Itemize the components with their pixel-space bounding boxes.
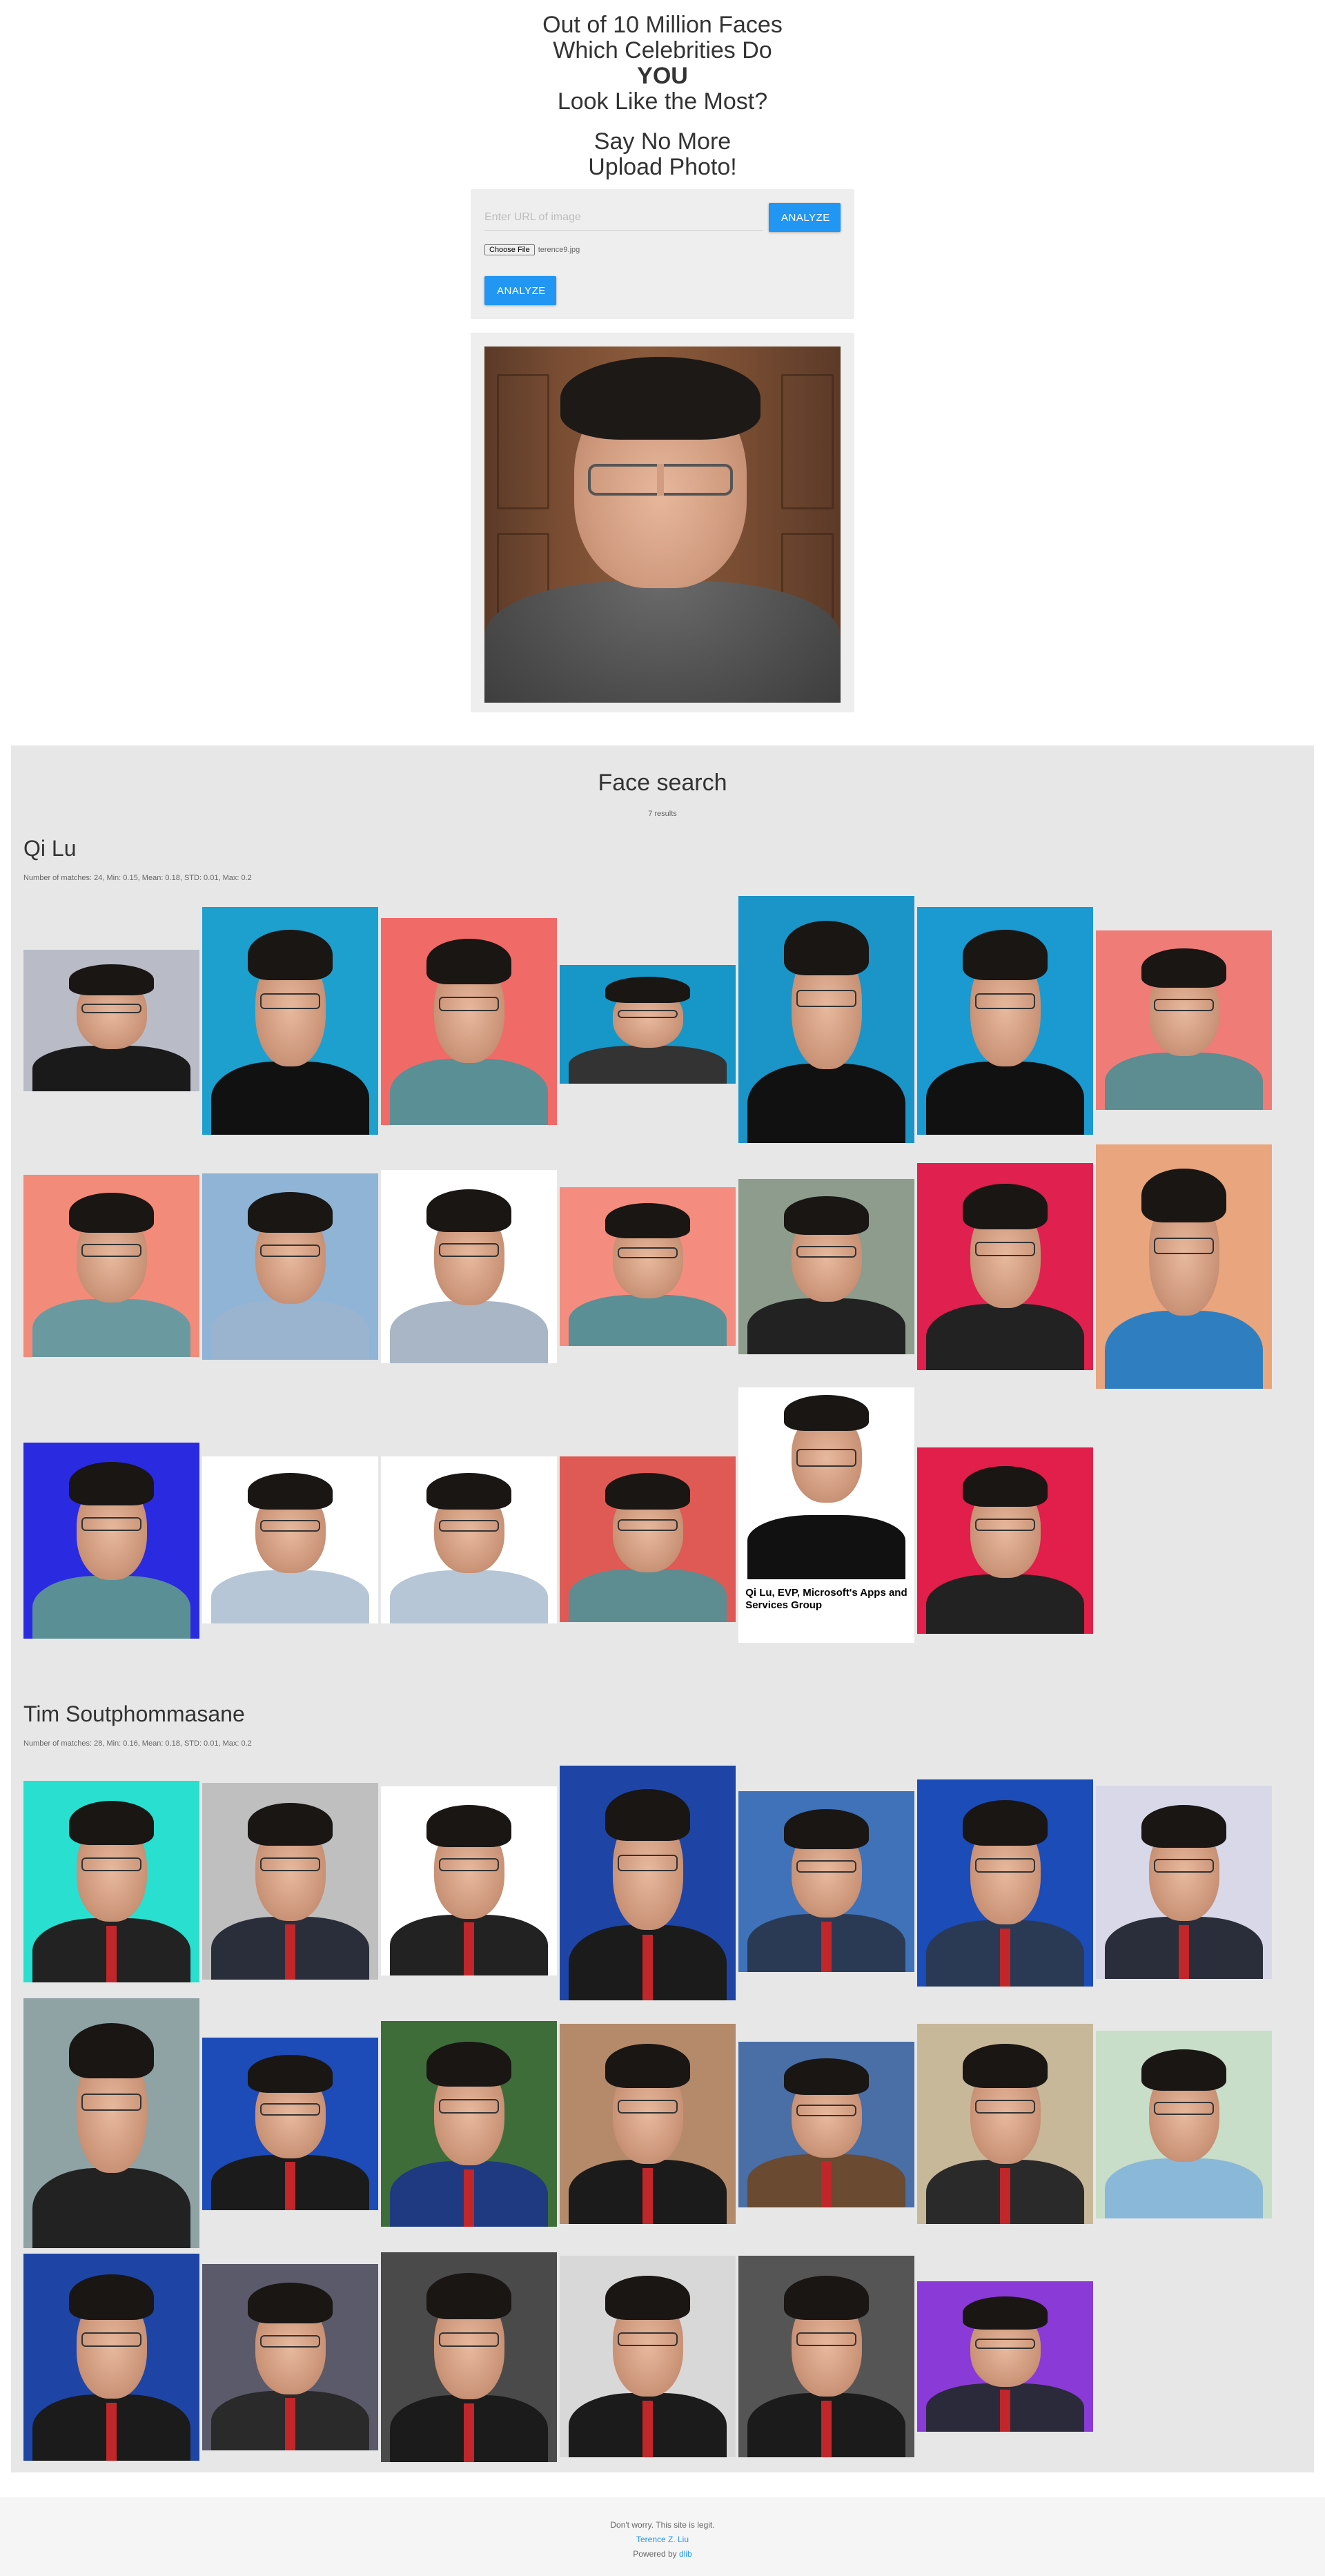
uploaded-photo-card bbox=[471, 333, 854, 712]
tim-soutphommasane-match-thumbnail bbox=[23, 1781, 199, 1982]
person-name-tim-soutphommasane: Tim Soutphommasane bbox=[23, 1701, 245, 1726]
qi-lu-match-thumbnail bbox=[560, 1187, 736, 1346]
tim-soutphommasane-match-thumbnail bbox=[202, 2264, 378, 2450]
footer-legit-text: Don't worry. This site is legit. bbox=[610, 2520, 715, 2530]
hero-line-6: Upload Photo! bbox=[588, 154, 737, 180]
qi-lu-match-thumbnail bbox=[202, 907, 378, 1135]
tim-soutphommasane-match-thumbnail bbox=[1096, 2031, 1272, 2218]
tim-soutphommasane-match-thumbnail bbox=[917, 2024, 1093, 2224]
tim-soutphommasane-match-thumbnail bbox=[202, 2038, 378, 2210]
hero-line-5: Say No More bbox=[593, 128, 732, 155]
face-search-results: Face search 7 results Qi Lu Number of ma… bbox=[11, 745, 1314, 2472]
hero-line-1: Out of 10 Million Faces bbox=[542, 12, 783, 38]
upload-card: ANALYZE Choose File terence9.jpg ANALYZE bbox=[471, 189, 854, 319]
tim-soutphommasane-match-thumbnail bbox=[23, 2254, 199, 2461]
results-count: 7 results bbox=[648, 810, 677, 818]
tim-soutphommasane-match-thumbnail bbox=[381, 2252, 557, 2462]
analyze-url-button[interactable]: ANALYZE bbox=[769, 203, 841, 232]
qi-lu-match-thumbnail bbox=[560, 965, 736, 1084]
powered-by-prefix: Powered by bbox=[633, 2549, 677, 2559]
qi-lu-match-thumbnail bbox=[1096, 1144, 1272, 1389]
choose-file-button[interactable]: Choose File bbox=[484, 244, 535, 255]
qi-lu-match-thumbnail bbox=[738, 896, 914, 1143]
powered-by: Powered by dlib bbox=[0, 2547, 1325, 2562]
person-stats-tim-soutphommasane: Number of matches: 28, Min: 0.16, Mean: … bbox=[23, 1739, 252, 1748]
dlib-link[interactable]: dlib bbox=[679, 2549, 692, 2559]
qi-lu-match-thumbnail bbox=[23, 950, 199, 1091]
author-link[interactable]: Terence Z. Liu bbox=[0, 2533, 1325, 2547]
file-row: Choose File terence9.jpg bbox=[484, 244, 841, 255]
qi-lu-match-thumbnail bbox=[917, 907, 1093, 1135]
hero-line-2: Which Celebrities Do bbox=[553, 37, 772, 64]
tim-soutphommasane-match-thumbnail bbox=[202, 1783, 378, 1980]
qi-lu-match-thumbnail bbox=[23, 1443, 199, 1639]
qi-lu-match-thumbnail bbox=[917, 1163, 1093, 1370]
hero-line-you: YOU bbox=[637, 63, 688, 89]
qi-lu-match-thumbnail bbox=[560, 1456, 736, 1622]
tim-soutphommasane-match-thumbnail bbox=[1096, 1786, 1272, 1979]
tim-soutphommasane-match-thumbnail bbox=[560, 1766, 736, 2000]
qi-lu-match-thumbnail bbox=[738, 1179, 914, 1354]
tim-soutphommasane-match-thumbnail bbox=[917, 1779, 1093, 1987]
qi-lu-match-thumbnail bbox=[381, 1170, 557, 1363]
qi-lu-match-thumbnail bbox=[381, 1456, 557, 1623]
qi-lu-match-thumbnail: Qi Lu, EVP, Microsoft's Apps and Service… bbox=[738, 1387, 914, 1643]
qi-lu-match-thumbnail bbox=[917, 1447, 1093, 1634]
tim-soutphommasane-match-thumbnail bbox=[560, 2256, 736, 2457]
file-name: terence9.jpg bbox=[538, 246, 580, 254]
tim-soutphommasane-match-thumbnail bbox=[560, 2024, 736, 2224]
qi-lu-match-thumbnail bbox=[1096, 930, 1272, 1110]
results-title: Face search bbox=[598, 770, 727, 796]
footer: Don't worry. This site is legit. Terence… bbox=[0, 2497, 1325, 2576]
analyze-file-button[interactable]: ANALYZE bbox=[484, 276, 556, 305]
person-name-qi-lu: Qi Lu bbox=[23, 836, 77, 861]
tim-soutphommasane-match-thumbnail bbox=[381, 2021, 557, 2227]
tim-soutphommasane-match-thumbnail bbox=[738, 2256, 914, 2457]
tim-soutphommasane-match-thumbnail bbox=[738, 1791, 914, 1972]
tim-soutphommasane-match-thumbnail bbox=[917, 2281, 1093, 2432]
url-row: ANALYZE bbox=[484, 203, 841, 232]
qi-lu-match-thumbnail bbox=[23, 1175, 199, 1357]
person-stats-qi-lu: Number of matches: 24, Min: 0.15, Mean: … bbox=[23, 874, 252, 882]
hero-line-4: Look Like the Most? bbox=[557, 88, 768, 115]
tim-soutphommasane-match-thumbnail bbox=[381, 1786, 557, 1975]
tim-soutphommasane-match-thumbnail bbox=[23, 1998, 199, 2248]
qi-lu-match-thumbnail bbox=[202, 1173, 378, 1360]
qi-lu-match-thumbnail bbox=[202, 1456, 378, 1623]
thumbnail-caption: Qi Lu, EVP, Microsoft's Apps and Service… bbox=[745, 1586, 907, 1611]
image-url-input[interactable] bbox=[484, 204, 763, 231]
hero: Out of 10 Million Faces Which Celebritie… bbox=[0, 0, 1325, 180]
tim-soutphommasane-match-thumbnail bbox=[738, 2042, 914, 2207]
uploaded-photo bbox=[484, 347, 841, 703]
qi-lu-match-thumbnail bbox=[381, 918, 557, 1125]
